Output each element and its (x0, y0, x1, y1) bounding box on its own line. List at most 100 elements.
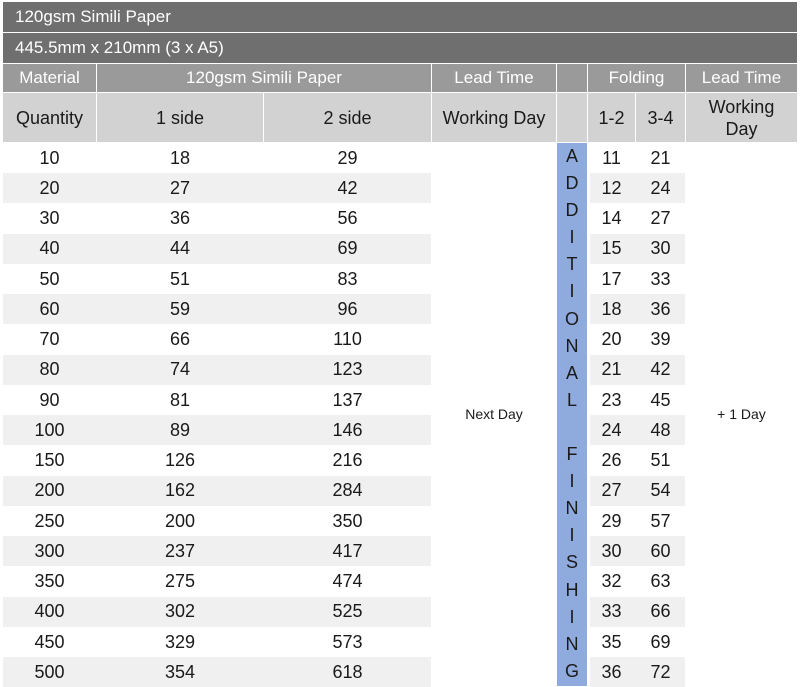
header-fold-1-2: 1-2 (588, 93, 635, 142)
one-side-price-cell: 200 (164, 510, 196, 531)
fold-1-2-price-cell: 32 (601, 571, 622, 591)
fold-3-4-price-cell: 48 (650, 419, 671, 440)
fold-3-4-price-cell: 33 (650, 268, 671, 289)
header-one-side: 1 side (97, 93, 263, 142)
header-paper: 120gsm Simili Paper (97, 64, 431, 92)
quantity-cell: 150 (34, 450, 65, 470)
quantity-cell: 200 (34, 480, 65, 501)
two-side-price-cell: 96 (337, 298, 358, 319)
two-side-price-cell: 69 (337, 238, 358, 259)
one-side-price-cell: 27 (169, 177, 191, 198)
fold-1-2-price-cell: 27 (601, 480, 622, 501)
fold-1-2-price-cell: 17 (601, 268, 622, 289)
fold-3-4-price-cell: 51 (650, 450, 671, 470)
fold-3-4-price-cell: 60 (650, 540, 671, 561)
fold-1-2-price-cell: 26 (601, 450, 622, 470)
table-row: 400 302 525 33 66 (0, 596, 800, 627)
table-row: 300 237 417 30 60 (0, 536, 800, 567)
two-side-price-cell: 573 (332, 631, 363, 652)
quantity-cell: 50 (39, 268, 60, 289)
quantity-cell: 10 (39, 147, 60, 168)
table-row: 80 74 123 21 42 (0, 354, 800, 385)
fold-1-2-price-cell: 29 (601, 510, 622, 531)
table-row: 40 44 69 15 30 (0, 233, 800, 264)
lead-time-value: Next Day (465, 406, 523, 422)
fold-3-4-price-cell: 36 (650, 298, 671, 319)
one-side-price-cell: 81 (169, 389, 191, 410)
additional-finishing-letter: I (569, 281, 575, 302)
additional-finishing-band: ADDITIONALFINISHING (557, 143, 587, 686)
additional-finishing-letter: N (565, 498, 579, 519)
additional-finishing-letter: L (566, 389, 577, 410)
two-side-price-cell: 284 (332, 480, 363, 501)
two-side-price-cell: 525 (332, 601, 363, 622)
one-side-price-cell: 44 (169, 238, 191, 259)
one-side-price-cell: 36 (169, 208, 191, 228)
header-two-side: 2 side (264, 93, 431, 142)
quantity-cell: 400 (34, 601, 65, 622)
one-side-price-cell: 74 (169, 359, 191, 380)
two-side-price-cell: 123 (332, 359, 363, 380)
two-side-price-cell: 137 (332, 389, 363, 410)
quantity-cell: 40 (39, 238, 60, 259)
additional-finishing-letter: I (569, 471, 575, 492)
quantity-cell: 80 (39, 359, 60, 380)
fold-3-4-price-cell: 54 (650, 480, 671, 501)
fold-1-2-price-cell: 14 (601, 208, 622, 228)
header-quantity: Quantity (3, 93, 96, 142)
header-folding: Folding (588, 64, 685, 92)
fold-3-4-price-cell: 30 (650, 238, 671, 259)
two-side-price-cell: 146 (332, 419, 363, 440)
two-side-price-cell: 474 (332, 571, 363, 591)
quantity-cell: 20 (39, 177, 60, 198)
fold-1-2-price-cell: 23 (601, 389, 622, 410)
one-side-price-cell: 51 (169, 268, 191, 289)
fold-3-4-price-cell: 63 (650, 571, 671, 591)
two-side-price-cell: 216 (332, 450, 363, 470)
fold-3-4-price-cell: 69 (650, 631, 671, 652)
one-side-price-cell: 18 (169, 147, 191, 168)
quantity-cell: 70 (39, 329, 60, 349)
quantity-cell: 300 (34, 540, 65, 561)
table-row: 250 200 350 29 57 (0, 506, 800, 536)
table-row: 30 36 56 14 27 (0, 204, 800, 234)
additional-finishing-letter: A (565, 146, 578, 166)
fold-1-2-price-cell: 36 (601, 661, 622, 682)
fold-3-4-price-cell: 39 (650, 329, 671, 349)
one-side-price-cell: 302 (164, 601, 196, 622)
two-side-price-cell: 350 (332, 510, 363, 531)
quantity-cell: 60 (39, 298, 60, 319)
fold-1-2-price-cell: 11 (602, 147, 621, 168)
one-side-price-cell: 66 (169, 329, 191, 349)
folding-lead-time-value: + 1 Day (717, 406, 766, 422)
one-side-price-cell: 329 (164, 631, 196, 652)
table-row: 150 126 216 26 51 (0, 446, 800, 476)
additional-finishing-letter: I (569, 606, 575, 627)
fold-3-4-price-cell: 21 (650, 147, 671, 168)
two-side-price-cell: 83 (337, 268, 358, 289)
table-row: 10 18 29 11 21 (0, 143, 800, 173)
table-row: 20 27 42 12 24 (0, 173, 800, 204)
header-material: Material (3, 64, 96, 92)
fold-3-4-price-cell: 24 (650, 177, 671, 198)
fold-3-4-price-cell: 42 (650, 359, 671, 380)
one-side-price-cell: 162 (164, 480, 196, 501)
header-lead-time: Lead Time (432, 64, 556, 92)
two-side-price-cell: 618 (332, 661, 363, 682)
fold-1-2-price-cell: 30 (601, 540, 622, 561)
additional-finishing-letter: S (565, 552, 578, 573)
quantity-cell: 500 (34, 661, 65, 682)
one-side-price-cell: 275 (164, 571, 196, 591)
additional-finishing-letter: G (564, 660, 579, 681)
table-row: 350 275 474 32 63 (0, 567, 800, 597)
fold-3-4-price-cell: 57 (650, 510, 671, 531)
fold-1-2-price-cell: 18 (601, 298, 622, 319)
header-lead-time-2: Lead Time (686, 64, 797, 92)
additional-finishing-letter: T (566, 254, 578, 275)
additional-finishing-letter: N (565, 633, 579, 654)
quantity-cell: 90 (39, 389, 60, 410)
fold-3-4-price-cell: 72 (650, 661, 671, 682)
title-bar: 120gsm Simili Paper (3, 2, 797, 32)
fold-1-2-price-cell: 24 (601, 419, 622, 440)
additional-finishing-letter: H (565, 579, 579, 600)
